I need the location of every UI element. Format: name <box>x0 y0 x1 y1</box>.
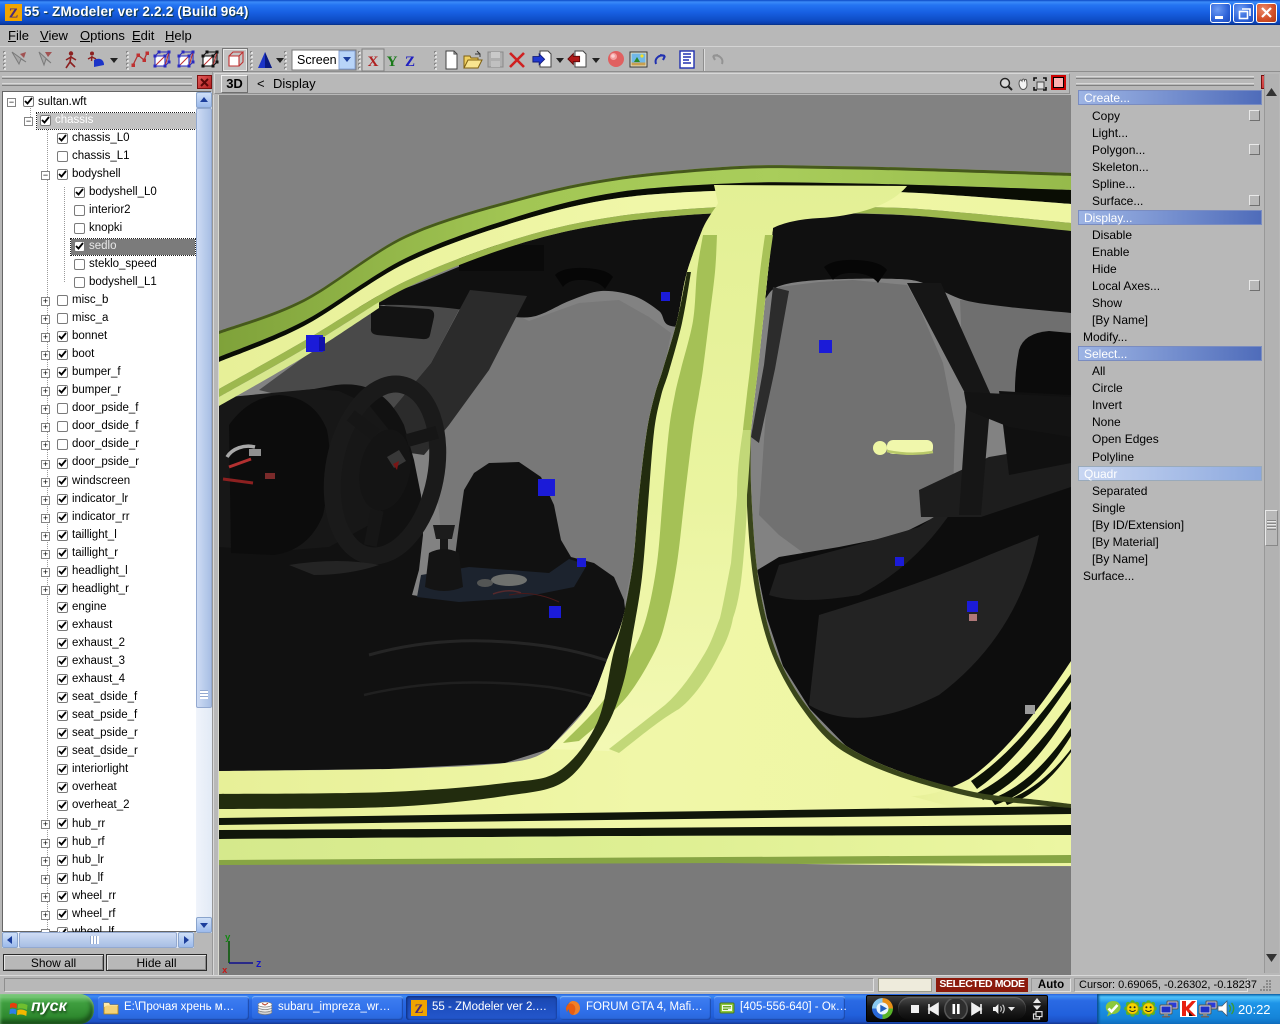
svg-text:Z: Z <box>415 1001 424 1016</box>
svg-text:Screen: Screen <box>297 53 337 67</box>
svg-text:X: X <box>368 54 379 70</box>
svg-text:y: y <box>225 933 231 943</box>
svg-text:Z: Z <box>9 7 18 22</box>
svg-text:Z: Z <box>256 960 261 970</box>
svg-text:x: x <box>222 966 228 975</box>
svg-text:Z: Z <box>405 54 415 70</box>
svg-text:Y: Y <box>387 54 398 70</box>
